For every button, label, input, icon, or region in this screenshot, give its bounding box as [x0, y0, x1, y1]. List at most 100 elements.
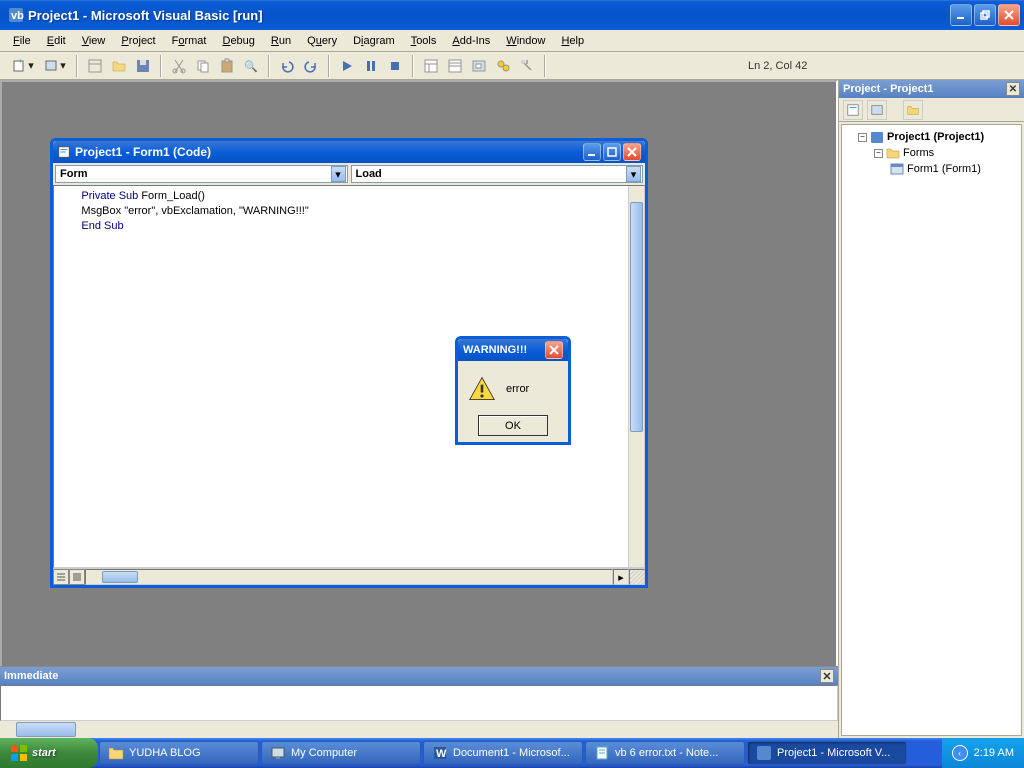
horizontal-scrollbar[interactable] [85, 569, 613, 585]
start-label: start [32, 747, 56, 759]
vertical-scrollbar[interactable] [628, 186, 644, 567]
toolbox-button[interactable] [516, 55, 538, 77]
windows-logo-icon [10, 744, 28, 762]
window-title: Project1 - Microsoft Visual Basic [run] [28, 8, 950, 23]
tree-form1[interactable]: Form1 (Form1) [846, 161, 1017, 177]
menu-view[interactable]: View [75, 33, 113, 49]
dropdown-arrow-icon: ▾ [626, 166, 641, 182]
paste-button[interactable] [216, 55, 238, 77]
menu-window[interactable]: Window [499, 33, 552, 49]
mdi-client-area: Project1 - Form1 (Code) Form ▾ Load ▾ Pr… [0, 80, 838, 738]
start-button[interactable]: start [0, 738, 98, 768]
properties-button[interactable] [444, 55, 466, 77]
taskbar-item-3[interactable]: vb 6 error.txt - Note... [585, 741, 745, 765]
cut-button[interactable] [168, 55, 190, 77]
taskbar-item-2[interactable]: W Document1 - Microsof... [423, 741, 583, 765]
taskbar-item-label: Document1 - Microsof... [453, 747, 570, 759]
immediate-title: Immediate [4, 670, 58, 682]
menu-tools[interactable]: Tools [404, 33, 444, 49]
msgbox-close-button[interactable] [545, 341, 563, 359]
close-button[interactable] [998, 4, 1020, 26]
taskbar-item-0[interactable]: YUDHA BLOG [99, 741, 259, 765]
vb-app-icon: vb [8, 7, 24, 23]
find-button[interactable]: 🔍 [240, 55, 262, 77]
minimize-button[interactable] [950, 4, 972, 26]
procedure-view-button[interactable] [53, 569, 69, 585]
procedure-dropdown[interactable]: Load ▾ [351, 165, 644, 183]
project-panel-titlebar[interactable]: Project - Project1 ✕ [839, 80, 1024, 98]
view-code-button[interactable] [843, 100, 863, 120]
immediate-input[interactable] [0, 685, 838, 721]
taskbar-item-4[interactable]: Project1 - Microsoft V... [747, 741, 907, 765]
taskbar-item-1[interactable]: My Computer [261, 741, 421, 765]
menu-help[interactable]: Help [554, 33, 591, 49]
menu-query[interactable]: Query [300, 33, 344, 49]
immediate-close-button[interactable]: ✕ [820, 669, 834, 683]
svg-text:W: W [436, 748, 447, 760]
undo-button[interactable] [276, 55, 298, 77]
tray-expand-icon[interactable]: ‹ [952, 745, 968, 761]
tree-collapse-icon[interactable]: − [874, 149, 883, 158]
tree-project-root[interactable]: − Project1 (Project1) [846, 129, 1017, 145]
immediate-titlebar[interactable]: Immediate ✕ [0, 667, 838, 685]
copy-button[interactable] [192, 55, 214, 77]
taskbar-item-label: YUDHA BLOG [129, 747, 201, 759]
add-project-button[interactable]: ▾ [8, 55, 38, 77]
immediate-scrollbar[interactable] [0, 721, 838, 738]
tree-forms-label: Forms [903, 147, 934, 159]
project-explorer-button[interactable] [420, 55, 442, 77]
msgbox-text: error [506, 383, 529, 395]
tree-project-label: Project1 (Project1) [887, 131, 984, 143]
scroll-right-button[interactable]: ▸ [613, 569, 629, 585]
menu-file[interactable]: File [6, 33, 38, 49]
break-button[interactable] [360, 55, 382, 77]
object-browser-button[interactable] [492, 55, 514, 77]
message-box-dialog: WARNING!!! error OK [455, 336, 571, 445]
tree-collapse-icon[interactable]: − [858, 133, 867, 142]
tree-forms-folder[interactable]: − Forms [846, 145, 1017, 161]
form-layout-button[interactable] [468, 55, 490, 77]
svg-text:🔍: 🔍 [244, 59, 258, 73]
object-dropdown-value: Form [60, 168, 88, 180]
code-minimize-button[interactable] [583, 143, 601, 161]
toggle-folders-button[interactable] [903, 100, 923, 120]
end-button[interactable] [384, 55, 406, 77]
taskbar: start YUDHA BLOG My Computer W Document1… [0, 738, 1024, 768]
menu-addins[interactable]: Add-Ins [445, 33, 497, 49]
folder-icon [108, 745, 124, 761]
form-icon [890, 162, 904, 176]
menu-project[interactable]: Project [114, 33, 162, 49]
menu-edit[interactable]: Edit [40, 33, 73, 49]
restore-button[interactable] [974, 4, 996, 26]
tree-form1-label: Form1 (Form1) [907, 163, 981, 175]
folder-icon [886, 146, 900, 160]
menu-diagram[interactable]: Diagram [346, 33, 402, 49]
code-window-icon [57, 145, 71, 159]
resize-grip[interactable] [629, 569, 645, 585]
code-window-titlebar[interactable]: Project1 - Form1 (Code) [53, 141, 645, 163]
taskbar-item-label: Project1 - Microsoft V... [777, 747, 890, 759]
project-panel-title: Project - Project1 [843, 83, 933, 95]
system-tray[interactable]: ‹ 2:19 AM [942, 738, 1024, 768]
redo-button[interactable] [300, 55, 322, 77]
open-button[interactable] [108, 55, 130, 77]
msgbox-titlebar[interactable]: WARNING!!! [458, 339, 568, 361]
full-module-view-button[interactable] [69, 569, 85, 585]
view-object-button[interactable] [867, 100, 887, 120]
add-form-button[interactable]: ▾ [40, 55, 70, 77]
menu-editor-button[interactable] [84, 55, 106, 77]
project-panel-close-button[interactable]: ✕ [1006, 82, 1020, 96]
menu-run[interactable]: Run [264, 33, 298, 49]
project-explorer-panel: Project - Project1 ✕ − Project1 (Project… [838, 80, 1024, 738]
project-tree[interactable]: − Project1 (Project1) − Forms Form1 (For… [841, 124, 1022, 736]
object-dropdown[interactable]: Form ▾ [55, 165, 348, 183]
save-button[interactable] [132, 55, 154, 77]
menu-debug[interactable]: Debug [215, 33, 261, 49]
msgbox-ok-button[interactable]: OK [478, 415, 548, 436]
word-icon: W [432, 745, 448, 761]
menu-format[interactable]: Format [165, 33, 214, 49]
notepad-icon [594, 745, 610, 761]
code-close-button[interactable] [623, 143, 641, 161]
start-button[interactable] [336, 55, 358, 77]
code-maximize-button[interactable] [603, 143, 621, 161]
